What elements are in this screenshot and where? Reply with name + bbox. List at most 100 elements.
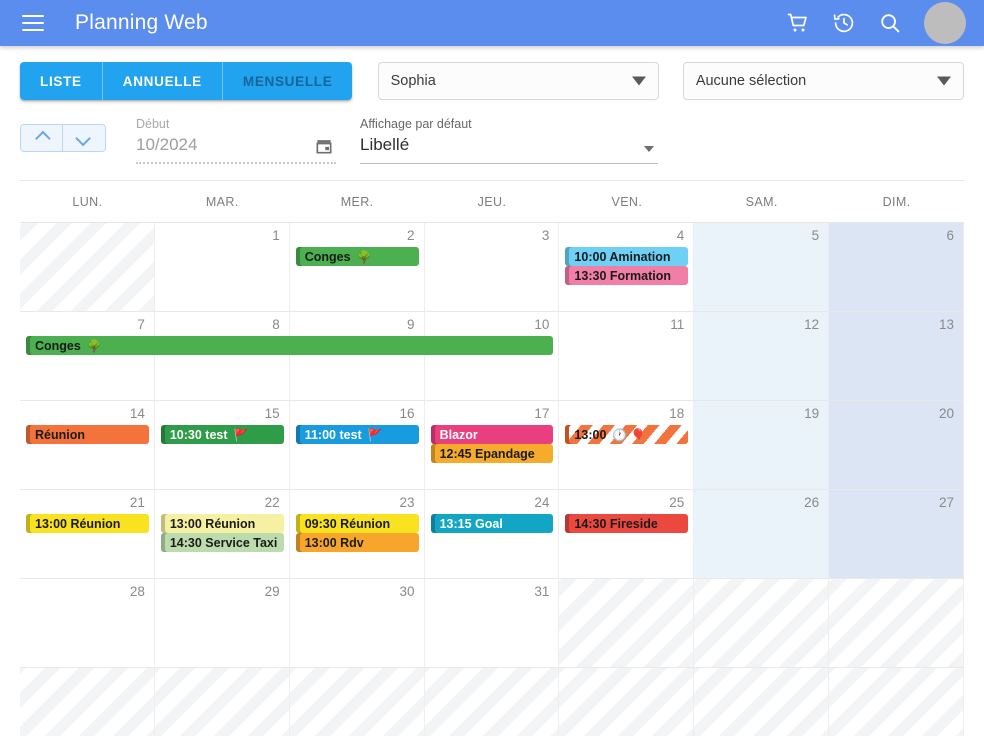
calendar-event[interactable]: 12:45 Epandage	[430, 444, 554, 463]
calendar-day-cell[interactable]: 7	[20, 312, 155, 400]
day-number: 25	[669, 495, 685, 510]
calendar-day-cell[interactable]: 20	[829, 401, 964, 489]
calendar-event[interactable]: 13:15 Goal	[430, 514, 554, 533]
event-label: 10:00 Amination	[574, 249, 671, 264]
calendar-day-cell[interactable]: 14	[20, 401, 155, 489]
calendar-day-cell	[829, 579, 964, 667]
calendar-event[interactable]: 13:00 Rdv	[295, 533, 419, 552]
calendar-event[interactable]: 14:30 Service Taxi	[160, 533, 284, 552]
calendar-day-cell	[829, 668, 964, 736]
day-number: 2	[407, 228, 415, 243]
event-label: 11:00 test	[304, 427, 362, 442]
event-label: 14:30 Fireside	[574, 516, 658, 531]
default-display-underline	[360, 163, 658, 164]
stepper-up-button[interactable]	[21, 125, 63, 151]
calendar-day-cell[interactable]: 28	[20, 579, 155, 667]
day-header-dim: DIM.	[882, 195, 911, 209]
calendar-event[interactable]: 13:00 🕐 🎈	[565, 425, 689, 444]
day-number: 4	[676, 228, 685, 243]
start-date-value: 10/2024	[136, 135, 198, 154]
calendar-day-cell[interactable]: 19	[694, 401, 830, 489]
calendar-day-cell[interactable]: 13	[829, 312, 964, 400]
hamburger-menu-icon[interactable]	[22, 15, 44, 31]
calendar-event[interactable]: 13:00 Réunion	[160, 514, 284, 533]
calendar-day-cell	[559, 668, 695, 736]
event-emoji-icon: 🕐 🎈	[612, 427, 646, 442]
cart-icon[interactable]	[786, 11, 810, 35]
calendar-day-cell[interactable]: 5	[694, 223, 830, 311]
calendar-day-cell[interactable]: 6	[829, 223, 964, 311]
calendar-event[interactable]: 13:30 Formation	[565, 266, 689, 285]
person-select[interactable]: Sophia	[377, 62, 659, 100]
calendar-day-cell[interactable]: 8	[155, 312, 290, 400]
event-label: Réunion	[35, 427, 85, 442]
day-number: 15	[264, 406, 280, 421]
calendar-week: 28 29 30 31	[20, 579, 964, 668]
calendar-icon[interactable]	[314, 136, 334, 156]
day-number: 1	[272, 228, 280, 243]
calendar-day-cell[interactable]: 11	[559, 312, 695, 400]
calendar-event[interactable]: 13:00 Réunion	[26, 514, 149, 533]
day-number: 6	[946, 228, 954, 243]
calendar-day-cell[interactable]: 1	[155, 223, 290, 311]
calendar-day-cell[interactable]: 18	[559, 401, 695, 489]
event-label: Conges	[35, 338, 81, 353]
calendar-day-cell[interactable]: 31	[425, 579, 560, 667]
calendar-day-cell	[20, 223, 155, 311]
calendar-event[interactable]: 10:30 test 🚩	[160, 425, 284, 444]
default-display-field[interactable]: Affichage par défaut Libellé	[360, 116, 658, 164]
calendar-week: 14 15 16 17 18 19 20 Réunion 10:30 test 🚩 11:00 te…	[20, 401, 964, 490]
tab-annuelle[interactable]: ANNUELLE	[102, 62, 223, 100]
calendar-day-cell[interactable]: 24	[425, 490, 560, 578]
calendar-day-cell[interactable]: 3	[425, 223, 560, 311]
calendar-day-cell[interactable]: 27	[829, 490, 964, 578]
day-number: 18	[669, 406, 685, 421]
day-number: 11	[670, 317, 685, 332]
resource-select[interactable]: Aucune sélection	[682, 62, 964, 100]
start-date-field[interactable]: Début 10/2024	[136, 116, 336, 164]
event-emoji-icon: 🚩	[233, 427, 249, 442]
event-label: 13:00 Réunion	[35, 516, 121, 531]
calendar-event[interactable]: Blazor	[430, 425, 554, 444]
calendar-day-cell[interactable]: 12	[694, 312, 830, 400]
tab-liste[interactable]: LISTE	[20, 62, 103, 100]
calendar-day-cell[interactable]: 25	[559, 490, 695, 578]
avatar[interactable]	[924, 2, 966, 44]
event-label: Blazor	[439, 427, 478, 442]
calendar-day-cell[interactable]: 2	[290, 223, 425, 311]
calendar-day-cell	[424, 668, 560, 736]
calendar-event[interactable]: 09:30 Réunion	[295, 514, 419, 533]
chevron-down-icon	[74, 130, 91, 146]
calendar-event[interactable]: Réunion	[26, 425, 149, 444]
calendar-day-cell[interactable]: 30	[290, 579, 425, 667]
calendar-event[interactable]: Conges 🌳	[26, 336, 554, 355]
calendar-day-cell[interactable]: 15	[155, 401, 290, 489]
calendar-day-cell[interactable]: 16	[290, 401, 425, 489]
day-number: 20	[938, 406, 954, 421]
page-title: Planning Web	[75, 11, 208, 34]
calendar-day-cell[interactable]: 21	[20, 490, 155, 578]
event-label: 13:30 Formation	[574, 268, 671, 283]
calendar-event[interactable]: 11:00 test 🚩	[295, 425, 419, 444]
calendar-event[interactable]: 14:30 Fireside	[565, 514, 689, 533]
day-number: 12	[804, 317, 820, 332]
calendar-day-cell[interactable]: 10	[425, 312, 560, 400]
calendar-day-cell[interactable]: 29	[155, 579, 290, 667]
appbar-actions	[786, 11, 902, 35]
calendar-event[interactable]: Conges 🌳	[295, 247, 419, 266]
event-emoji-icon: 🌳	[86, 338, 102, 353]
view-mode-tabs: LISTE ANNUELLE MENSUELLE	[20, 62, 353, 100]
stepper-down-button[interactable]	[63, 125, 105, 151]
event-label: 13:00 Rdv	[304, 535, 364, 550]
day-header-ven: VEN.	[611, 195, 643, 209]
calendar-day-cell[interactable]: 26	[694, 490, 830, 578]
calendar-day-cell	[559, 579, 695, 667]
default-display-value: Libellé	[360, 135, 410, 154]
search-icon[interactable]	[878, 11, 902, 35]
calendar-day-cell[interactable]: 9	[290, 312, 425, 400]
event-label: 10:30 test	[169, 427, 228, 442]
day-number: 29	[264, 584, 280, 599]
history-icon[interactable]	[832, 11, 856, 35]
calendar-event[interactable]: 10:00 Amination	[565, 247, 689, 266]
tab-mensuelle[interactable]: MENSUELLE	[222, 62, 353, 100]
